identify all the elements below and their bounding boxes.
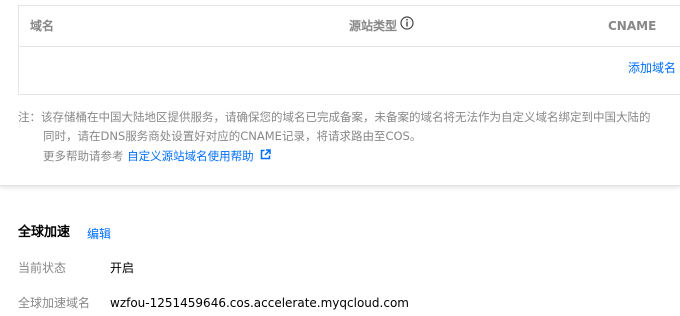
help-reference: 更多帮助请参考 自定义源站域名使用帮助 (43, 148, 271, 164)
column-header-origin-type: 源站类型 (349, 6, 414, 46)
acceleration-domain-value: wzfou-1251459646.cos.accelerate.myqcloud… (110, 296, 409, 310)
note-line-2: 同时，请在DNS服务商处设置好对应的CNAME记录，将请求路由至COS。 (43, 129, 422, 143)
help-link[interactable]: 自定义源站域名使用帮助 (127, 149, 254, 163)
acceleration-domain-label: 全球加速域名 (18, 296, 91, 310)
add-domain-link[interactable]: 添加域名 (628, 59, 676, 77)
custom-origin-domain-card: 域名 源站类型 CNAME 添加域名 注：该存储桶在中国大陆地区提供服务，请确保… (0, 0, 680, 186)
section-title: 全球加速 (18, 225, 71, 240)
column-header-origin-type-label: 源站类型 (349, 19, 398, 33)
table-header: 域名 源站类型 CNAME (19, 6, 680, 47)
column-header-cname: CNAME (608, 19, 657, 33)
global-acceleration-card: 全球加速 编辑 当前状态 开启 全球加速域名 wzfou-1251459646.… (0, 207, 680, 316)
edit-button[interactable]: 编辑 (87, 225, 111, 243)
domain-table: 域名 源站类型 CNAME 添加域名 (18, 5, 680, 95)
column-header-domain: 域名 (30, 19, 55, 33)
info-icon[interactable] (400, 6, 414, 46)
status-value: 开启 (110, 261, 135, 275)
note-line-1: 注：该存储桶在中国大陆地区提供服务，请确保您的域名已完成备案，未备案的域名将无法… (18, 110, 651, 124)
help-prefix: 更多帮助请参考 (43, 149, 124, 163)
external-link-icon[interactable] (260, 148, 271, 164)
status-label: 当前状态 (18, 261, 67, 275)
